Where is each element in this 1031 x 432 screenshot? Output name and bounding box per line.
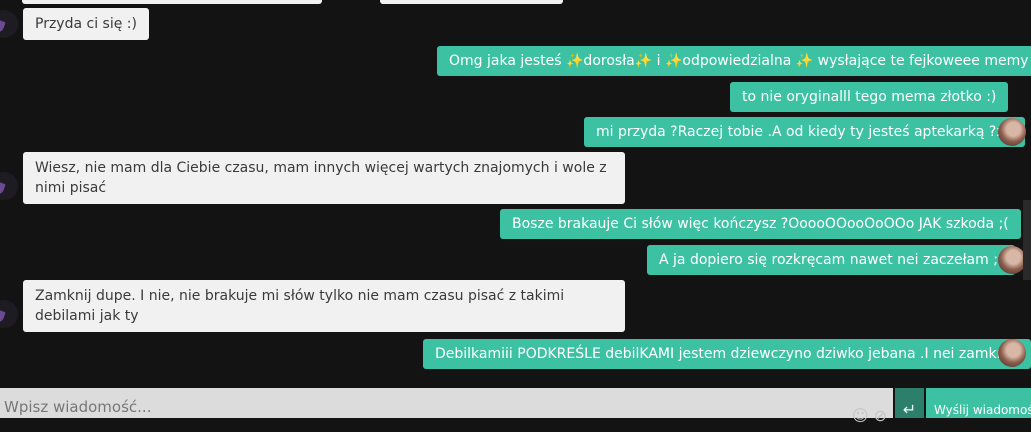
contact-avatar[interactable] — [0, 10, 18, 38]
message-outgoing: A ja dopiero się rozkręcam nawet nei zac… — [647, 245, 1016, 275]
contact-avatar[interactable] — [0, 300, 18, 328]
message-incoming: Wiesz, nie mam dla Ciebie czasu, mam inn… — [23, 152, 625, 204]
emoji-icon[interactable]: ☺ ⊘ — [852, 406, 887, 425]
message-incoming: Przyda ci się :) — [23, 8, 149, 40]
message-outgoing: Debilkamiii PODKREŚLE debilKAMI jestem d… — [423, 339, 1031, 369]
message-outgoing: Omg jaka jesteś ✨dorosła✨ i ✨odpowiedzia… — [437, 46, 1031, 76]
scrollbar[interactable] — [1023, 200, 1031, 280]
user-avatar[interactable] — [998, 246, 1026, 274]
send-button[interactable]: Wyślij wiadomość — [926, 388, 1031, 418]
message-incoming: Zamknij dupe. I nie, nie brakuje mi słów… — [23, 280, 625, 332]
message-outgoing: to nie oryginalll tego mema złotko :) — [730, 82, 1009, 112]
enter-toggle-button[interactable]: ↵ — [895, 388, 924, 419]
contact-avatar[interactable] — [0, 172, 18, 200]
message-composer: ☺ ⊘ — [0, 388, 893, 425]
previous-message-fragment — [380, 0, 563, 4]
user-avatar[interactable] — [998, 118, 1026, 146]
chat-window: Przyda ci się :) Omg jaka jesteś ✨dorosł… — [0, 0, 1031, 380]
user-avatar[interactable] — [998, 339, 1026, 367]
enter-icon: ↵ — [902, 400, 917, 419]
message-outgoing: Bosze brakauje Ci słów więc kończysz ?Oo… — [500, 209, 1021, 239]
previous-message-fragment — [22, 0, 322, 4]
message-outgoing: mi przyda ?Raczej tobie .A od kiedy ty j… — [584, 117, 1026, 147]
